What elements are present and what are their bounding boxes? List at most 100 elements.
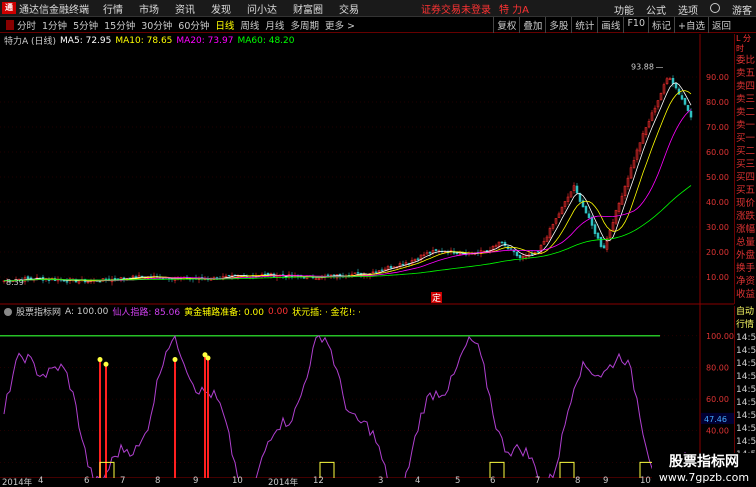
ma20-value: MA20: 73.97 (176, 35, 234, 46)
tick-row-8: 14:56 (736, 411, 756, 421)
tool-zixuan[interactable]: +自选 (674, 17, 708, 33)
tool-f10[interactable]: F10 (623, 17, 648, 33)
period-monthly[interactable]: 月线 (265, 18, 284, 32)
ma5-value: MA5: 72.95 (60, 35, 112, 46)
menu-gongshi[interactable]: 公式 (646, 2, 666, 17)
kline-chart[interactable]: 90.00 80.00 70.00 60.00 50.00 40.00 30.00 20.00… (0, 34, 734, 478)
indicator-settings-icon[interactable] (4, 308, 12, 316)
tool-biaoji[interactable]: 标记 (648, 17, 674, 33)
time-axis: 2014年 4 6 7 8 9 10 2014年 12 3 4 5 6 7 8 9 10 (0, 476, 734, 487)
app-name: 通达信金融终端 (19, 4, 89, 16)
candle-body (530, 253, 534, 255)
time-tick-2: 6 (84, 476, 90, 486)
candle-body (434, 249, 438, 251)
candle-body (587, 213, 591, 219)
quote-field-12: 涨跌 (736, 211, 756, 222)
quote-field-10: 买五 (736, 185, 756, 196)
price-tick-label: 70.00 (706, 123, 729, 132)
time-tick-1: 4 (38, 476, 44, 486)
period-weekly[interactable]: 周线 (240, 18, 259, 32)
ma10-value: MA10: 78.65 (115, 35, 173, 46)
period-fenshi[interactable]: 分时 (17, 18, 36, 32)
title-bar: 通 通达信金融终端 行情 市场 资讯 发现 问小达 财富圈 交易 证券交易未登录… (0, 0, 756, 17)
quote-field-7: 买二 (736, 146, 756, 157)
user-guest[interactable]: 游客 (732, 2, 752, 17)
candle-body (416, 258, 420, 260)
tick-row-3: 14:55 (736, 346, 756, 356)
menu-faxian[interactable]: 发现 (211, 1, 231, 16)
indicator-name[interactable]: 股票指标网 (16, 305, 61, 318)
watermark: 股票指标网 www.7gpzb.com (652, 453, 756, 487)
peak-label: 93.88 (631, 62, 654, 71)
login-status[interactable]: 证券交易未登录 (421, 1, 491, 16)
menu-xuanxiang[interactable]: 选项 (678, 2, 698, 17)
candle-body (686, 104, 690, 111)
indicator-a: A: 100.00 (65, 306, 109, 317)
candle-body (374, 271, 378, 273)
menu-jiaoyi[interactable]: 交易 (339, 1, 359, 16)
quote-field-8: 买三 (736, 159, 756, 170)
tool-tongji[interactable]: 统计 (571, 17, 597, 33)
quote-field-11: 现价 (736, 198, 756, 209)
tool-huaxian[interactable]: 画线 (597, 17, 623, 33)
period-daily[interactable]: 日线 (215, 18, 234, 32)
user-icon[interactable] (710, 3, 720, 13)
candle-body (674, 82, 678, 89)
period-1min[interactable]: 1分钟 (42, 18, 67, 32)
candle-body (680, 95, 684, 100)
menu-gongneng[interactable]: 功能 (614, 2, 634, 17)
candle-body (389, 266, 393, 269)
price-tick-label: 90.00 (706, 73, 729, 82)
time-tick-6: 10 (232, 476, 243, 486)
period-5min[interactable]: 5分钟 (73, 18, 98, 32)
time-tick-13: 7 (535, 476, 541, 486)
candle-body (575, 185, 579, 193)
quote-field-9: 买四 (736, 172, 756, 183)
candle-body (98, 281, 102, 283)
tool-fuquan[interactable]: 复权 (493, 17, 519, 33)
time-tick-4: 8 (155, 476, 161, 486)
tick-row-0: 自动 (736, 307, 755, 317)
low-label: 8.39 (6, 278, 24, 287)
period-30min[interactable]: 30分钟 (141, 18, 172, 32)
signal-dot (205, 355, 211, 361)
tool-diejia[interactable]: 叠加 (519, 17, 545, 33)
time-tick-10: 4 (415, 476, 421, 486)
menu-caifuquan[interactable]: 财富圈 (293, 1, 323, 16)
tool-duogu[interactable]: 多股 (545, 17, 571, 33)
candle-body (485, 250, 489, 252)
candle-body (596, 232, 600, 239)
menu-hangqing[interactable]: 行情 (103, 1, 123, 16)
period-more[interactable]: 更多 > (325, 18, 355, 32)
signal-dot (172, 357, 178, 363)
candle-body (509, 248, 513, 250)
candle-body (599, 236, 603, 247)
time-tick-16: 10 (640, 476, 651, 486)
signal-dot (97, 357, 103, 363)
tick-row-2: 14:55 (736, 333, 756, 343)
price-tick-label: 10.00 (706, 273, 729, 282)
quote-field-16: 换手 (736, 263, 756, 274)
time-tick-15: 9 (603, 476, 609, 486)
candle-body (500, 241, 504, 244)
candle-body (593, 224, 597, 234)
price-tick-label: 80.00 (706, 98, 729, 107)
ind-tick-label: 40.00 (706, 427, 729, 436)
quote-field-3: 卖三 (736, 94, 756, 105)
candle-body (584, 206, 588, 214)
period-60min[interactable]: 60分钟 (178, 18, 209, 32)
menu-wenxiaoda[interactable]: 问小达 (247, 1, 277, 16)
ma-info-bar: 特力A (日线) MA5: 72.95 MA10: 78.65 MA20: 73… (0, 34, 295, 48)
menu-shichang[interactable]: 市场 (139, 1, 159, 16)
period-15min[interactable]: 15分钟 (104, 18, 135, 32)
indicator-xianren: 仙人指路: 85.06 (112, 308, 181, 318)
watermark-title: 股票指标网 (669, 454, 739, 470)
quote-panel-head[interactable]: L 分时 (735, 34, 756, 54)
tool-fanhui[interactable]: 返回 (707, 17, 734, 33)
period-multi[interactable]: 多周期 (290, 18, 319, 32)
candle-body (326, 274, 330, 277)
candle-body (428, 251, 432, 254)
time-tick-12: 6 (490, 476, 496, 486)
menu-zixun[interactable]: 资讯 (175, 1, 195, 16)
indicator-zero: 0.00 (268, 306, 289, 317)
